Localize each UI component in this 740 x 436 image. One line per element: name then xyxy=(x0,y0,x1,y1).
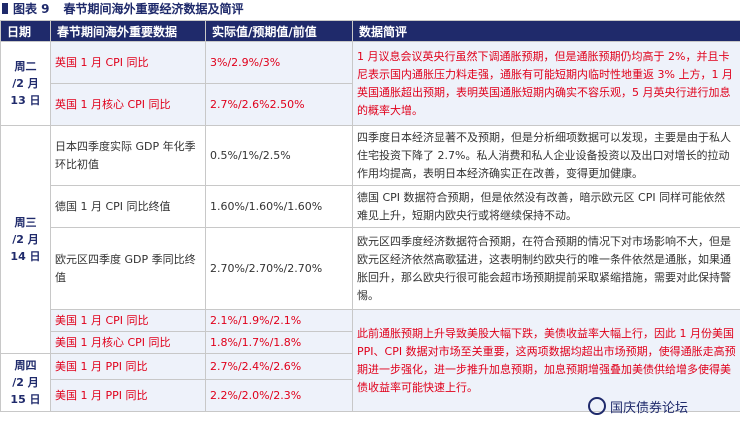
data-value: 2.7%/2.6%2.50% xyxy=(205,83,353,126)
table-row: 德国 1 月 CPI 同比终值 1.60%/1.60%/1.60% 德国 CPI… xyxy=(1,185,740,228)
data-item: 美国 1 月 CPI 同比 xyxy=(50,309,206,332)
table-row: 周二 /2 月 13 日 英国 1 月 CPI 同比 3%/2.9%/3% 1 … xyxy=(0,41,740,126)
header-value: 实际值/预期值/前值 xyxy=(205,20,353,42)
data-item: 美国 1 月核心 CPI 同比 xyxy=(50,331,206,354)
data-item: 美国 1 月 PPI 同比 xyxy=(50,379,206,412)
data-value: 2.7%/2.4%/2.6% xyxy=(205,353,353,380)
date-cell-feb14: 周三 /2 月 14 日 xyxy=(0,125,51,354)
table-header-row: 日期 春节期间海外重要数据 实际值/预期值/前值 数据简评 xyxy=(0,20,740,42)
date-cell-feb15: 周四 /2 月 15 日 xyxy=(0,353,51,412)
data-value: 1.8%/1.7%/1.8% xyxy=(205,331,353,354)
data-value: 0.5%/1%/2.5% xyxy=(205,125,353,186)
header-comment: 数据简评 xyxy=(352,20,740,42)
data-item: 英国 1 月核心 CPI 同比 xyxy=(50,83,206,126)
table-row: 周三 /2 月 14 日 日本四季度实际 GDP 年化季环比初值 0.5%/1%… xyxy=(0,125,740,354)
comment-eurozone: 欧元区四季度经济数据符合预期，在符合预期的情况下对市场影响不大，但是欧元区经济依… xyxy=(352,227,740,310)
data-value: 1.60%/1.60%/1.60% xyxy=(205,185,353,228)
economic-data-table: 日期 春节期间海外重要数据 实际值/预期值/前值 数据简评 周二 /2 月 13… xyxy=(0,20,740,412)
data-value: 2.70%/2.70%/2.70% xyxy=(205,227,353,310)
comment-japan: 四季度日本经济显著不及预期，但是分析细项数据可以发现，主要是由于私人住宅投资下降… xyxy=(352,125,740,186)
data-item: 美国 1 月 PPI 同比 xyxy=(50,353,206,380)
data-item: 欧元区四季度 GDP 季同比终值 xyxy=(50,227,206,310)
header-date: 日期 xyxy=(0,20,51,42)
figure-title: 春节期间海外重要经济数据及简评 xyxy=(63,2,244,16)
watermark: 国庆债券论坛 xyxy=(588,397,688,416)
figure-caption: 图表 9 春节期间海外重要经济数据及简评 xyxy=(0,0,740,20)
watermark-text: 国庆债券论坛 xyxy=(610,401,689,416)
caption-marker-icon xyxy=(2,3,8,14)
data-value: 2.1%/1.9%/2.1% xyxy=(205,309,353,332)
data-item: 德国 1 月 CPI 同比终值 xyxy=(50,185,206,228)
table-row: 美国 1 月 CPI 同比 2.1%/1.9%/2.1% 此前通胀预期上升导致美… xyxy=(1,309,740,412)
comment-germany: 德国 CPI 数据符合预期，但是依然没有改善，暗示欧元区 CPI 同样可能依然难… xyxy=(352,185,740,228)
date-cell-feb13: 周二 /2 月 13 日 xyxy=(0,41,51,126)
data-item: 英国 1 月 CPI 同比 xyxy=(50,41,206,84)
comment-uk: 1 月议息会议英央行虽然下调通胀预期，但是通胀预期仍均高于 2%，并且卡尼表示国… xyxy=(352,41,740,126)
wechat-logo-icon xyxy=(588,397,606,415)
data-item: 日本四季度实际 GDP 年化季环比初值 xyxy=(50,125,206,186)
figure-number: 图表 9 xyxy=(13,2,50,16)
header-item: 春节期间海外重要数据 xyxy=(50,20,206,42)
data-value: 2.2%/2.0%/2.3% xyxy=(205,379,353,412)
data-value: 3%/2.9%/3% xyxy=(205,41,353,84)
table-row: 欧元区四季度 GDP 季同比终值 2.70%/2.70%/2.70% 欧元区四季… xyxy=(1,227,740,310)
